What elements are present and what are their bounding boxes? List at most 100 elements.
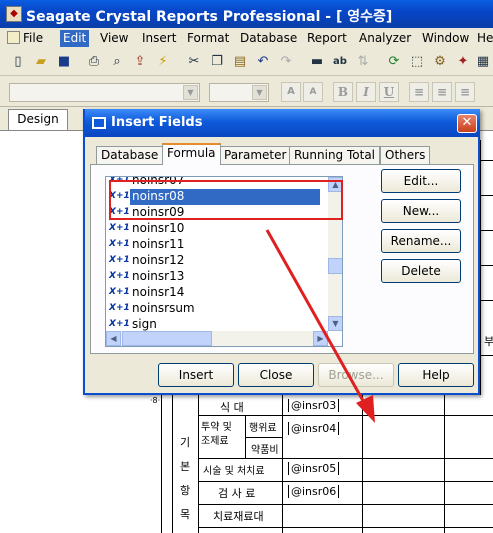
chevron-down-icon[interactable]: ▼ <box>252 85 267 100</box>
tab-others[interactable]: Others <box>380 146 431 164</box>
meal-cost-label: 식 대 <box>220 401 244 414</box>
undo-icon[interactable]: ↶ <box>253 52 273 72</box>
rename-button[interactable]: Rename... <box>381 229 461 253</box>
insert-button[interactable]: Insert <box>158 363 234 387</box>
open-icon[interactable]: ▰ <box>31 52 51 72</box>
formula-icon: X+1 <box>109 287 130 297</box>
new-icon[interactable]: ▯ <box>8 52 28 72</box>
help-button[interactable]: Help <box>398 363 474 387</box>
menu-bar: File Edit View Insert Format Database Re… <box>0 28 493 48</box>
print-icon[interactable]: ⎙ <box>84 52 104 72</box>
export-icon[interactable]: ⇪ <box>130 52 150 72</box>
formula-field-insr03[interactable]: @insr03 <box>288 399 340 412</box>
chevron-down-icon[interactable]: ▼ <box>183 85 198 100</box>
scroll-right-icon[interactable]: ▶ <box>313 331 328 346</box>
scroll-down-icon[interactable]: ▼ <box>328 316 342 331</box>
dialog-title-bar: Insert Fields ✕ <box>85 109 480 137</box>
formula-icon: X+1 <box>109 223 130 233</box>
list-item[interactable]: X+1 noinsr11 <box>108 237 320 253</box>
paste-icon[interactable]: ▤ <box>230 52 250 72</box>
align-left-icon[interactable]: ≡ <box>409 82 429 102</box>
tab-formula[interactable]: Formula <box>162 143 221 165</box>
material-fee-label: 치료재료대 <box>213 510 264 523</box>
delete-button[interactable]: Delete <box>381 259 461 283</box>
shrink-font-icon[interactable]: A <box>303 82 323 102</box>
app-title-bar: ◆ Seagate Crystal Reports Professional -… <box>0 0 493 28</box>
copy-icon[interactable]: ❐ <box>207 52 227 72</box>
formula-field-insr04[interactable]: @insr04 <box>288 422 340 435</box>
lightning-icon[interactable]: ⚡ <box>153 52 173 72</box>
format-toolbar: ▼ ▼ A A B I U ≡ ≡ ≡ <box>0 77 493 107</box>
menu-edit[interactable]: Edit <box>60 30 90 47</box>
font-size-combo[interactable]: ▼ <box>209 83 269 102</box>
standard-toolbar: ▯ ▰ ■ ⎙ ⌕ ⇪ ⚡ ✂ ❐ ▤ ↶ ↷ ▬ ab ⇅ ⟳ ⬚ ⚙ ✦ ▦ <box>0 48 493 76</box>
spell-icon[interactable]: ab <box>330 52 350 72</box>
drug-dispensing-label: 투약 및 조제료 <box>201 422 232 447</box>
menu-view[interactable]: View <box>97 30 131 47</box>
formula-icon: X+1 <box>109 319 130 329</box>
scroll-left-icon[interactable]: ◀ <box>106 331 121 346</box>
formula-icon[interactable]: ✦ <box>453 52 473 72</box>
dialog-title: Insert Fields <box>111 115 203 130</box>
annotation-highlight-box <box>109 180 343 220</box>
align-center-icon[interactable]: ≡ <box>432 82 452 102</box>
new-button[interactable]: New... <box>381 199 461 223</box>
insert-field-icon[interactable]: ▬ <box>307 52 327 72</box>
tab-running-total[interactable]: Running Total <box>289 146 381 164</box>
formula-icon: X+1 <box>109 255 130 265</box>
doc-icon <box>7 31 20 44</box>
menu-report[interactable]: Report <box>304 30 350 47</box>
tab-database[interactable]: Database <box>96 146 164 164</box>
menu-database[interactable]: Database <box>237 30 300 47</box>
formula-icon: X+1 <box>109 303 130 313</box>
formula-icon: X+1 <box>109 271 130 281</box>
select-expert-icon[interactable]: ⚙ <box>430 52 450 72</box>
select-icon[interactable]: ⬚ <box>407 52 427 72</box>
scroll-thumb[interactable] <box>122 331 212 346</box>
sort-icon[interactable]: ⇅ <box>353 52 373 72</box>
database-icon[interactable]: ▦ <box>473 52 493 72</box>
list-item[interactable]: X+1 noinsr10 <box>108 221 320 237</box>
report-far-right-label: 부 <box>484 335 493 348</box>
insert-fields-dialog: Insert Fields ✕ Database Formula Paramet… <box>83 109 480 395</box>
print-preview-icon[interactable]: ⌕ <box>107 52 127 72</box>
basic-items-label: 기 본 항 목 <box>180 436 191 521</box>
scroll-thumb[interactable] <box>328 258 342 274</box>
test-fee-label: 검 사 료 <box>218 487 256 500</box>
drug-fee-label: 약품비 <box>251 445 279 456</box>
refresh-icon[interactable]: ⟳ <box>384 52 404 72</box>
horizontal-scrollbar[interactable]: ◀ ▶ <box>106 331 328 346</box>
menu-window[interactable]: Window <box>419 30 472 47</box>
list-item[interactable]: X+1 noinsr14 <box>108 285 320 301</box>
list-item[interactable]: X+1 noinsr12 <box>108 253 320 269</box>
surgery-fee-label: 시술 및 처치료 <box>203 466 265 477</box>
grow-font-icon[interactable]: A <box>281 82 301 102</box>
bold-button[interactable]: B <box>333 82 353 102</box>
vertical-ruler: ·8·····9·····10· <box>150 395 162 533</box>
italic-button[interactable]: I <box>356 82 376 102</box>
menu-insert[interactable]: Insert <box>139 30 179 47</box>
save-icon[interactable]: ■ <box>54 52 74 72</box>
edit-button[interactable]: Edit... <box>381 169 461 193</box>
close-icon[interactable]: ✕ <box>457 114 477 133</box>
redo-icon[interactable]: ↷ <box>276 52 296 72</box>
browse-button[interactable]: Browse... <box>318 363 394 387</box>
action-fee-label: 행위료 <box>249 423 277 434</box>
cut-icon[interactable]: ✂ <box>184 52 204 72</box>
underline-button[interactable]: U <box>379 82 399 102</box>
formula-field-insr06[interactable]: @insr06 <box>288 485 340 498</box>
crystal-reports-icon: ◆ <box>6 6 22 22</box>
formula-field-insr05[interactable]: @insr05 <box>288 462 340 475</box>
list-item[interactable]: X+1 noinsr13 <box>108 269 320 285</box>
list-item[interactable]: X+1 noinsrsum <box>108 301 320 317</box>
design-tab[interactable]: Design <box>8 109 68 130</box>
align-right-icon[interactable]: ≡ <box>455 82 475 102</box>
menu-file[interactable]: File <box>4 30 46 47</box>
menu-format[interactable]: Format <box>184 30 232 47</box>
menu-analyzer[interactable]: Analyzer <box>356 30 414 47</box>
close-button[interactable]: Close <box>238 363 314 387</box>
tab-parameter[interactable]: Parameter <box>219 146 292 164</box>
menu-help[interactable]: He <box>474 30 493 47</box>
font-name-combo[interactable]: ▼ <box>9 83 200 102</box>
formula-icon: X+1 <box>109 239 130 249</box>
